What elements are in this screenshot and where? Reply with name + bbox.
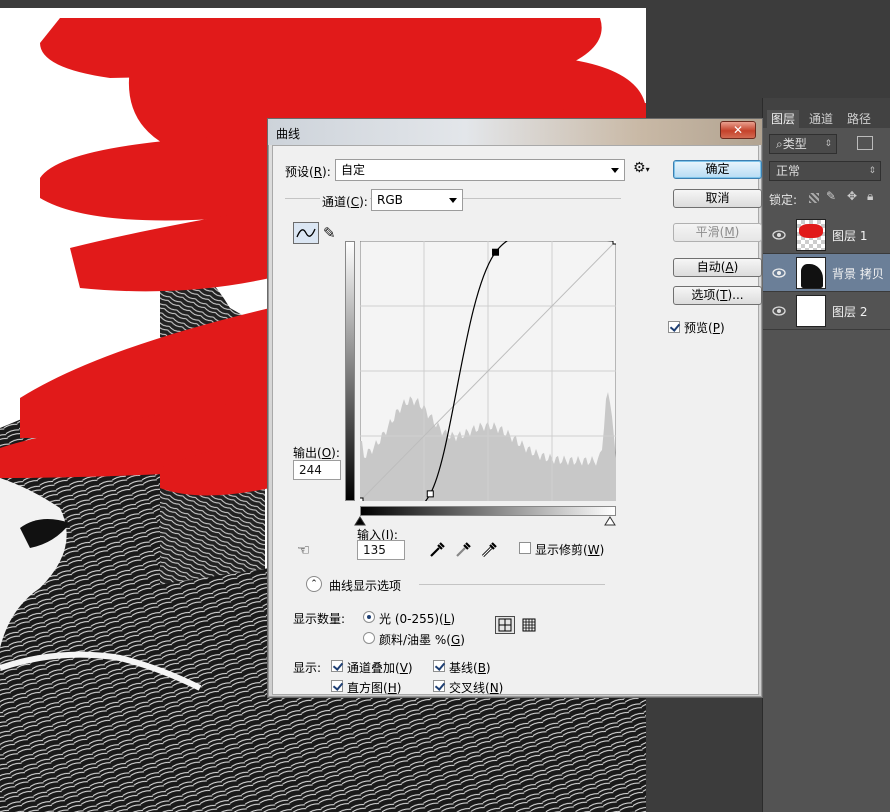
preset-dropdown[interactable]: 自定 <box>335 159 625 181</box>
lock-brush-icon[interactable]: ✎ <box>826 189 836 203</box>
preview-checkbox[interactable] <box>668 321 680 333</box>
options-divider <box>419 584 605 585</box>
preset-label: 预设(R): <box>285 165 331 179</box>
chevron-down-icon <box>611 168 619 173</box>
layer-thumbnail <box>796 219 826 251</box>
channel-label: 通道(C): <box>320 193 370 210</box>
target-adjust-hand-icon[interactable]: ☜ <box>297 541 310 559</box>
chevron-down-icon <box>449 198 457 203</box>
baseline-label: 基线(B) <box>449 661 491 675</box>
layer-thumbnail <box>796 257 826 289</box>
output-gradient-bar <box>345 241 355 501</box>
search-icon: ⌕ <box>776 137 783 151</box>
layers-panel-tabs: 图层 通道 路径 <box>763 98 890 128</box>
channel-overlays-checkbox[interactable] <box>331 660 343 672</box>
grid-4x4-icon <box>498 618 512 632</box>
layer-row-1[interactable]: 图层 1 <box>763 216 890 254</box>
pencil-icon[interactable]: ✎ <box>323 224 336 242</box>
preview-label: 预览(P) <box>684 321 725 335</box>
output-field[interactable]: 244 <box>293 460 341 480</box>
layer-name: 背景 拷贝 <box>832 267 884 281</box>
intersection-checkbox[interactable] <box>433 680 445 692</box>
curve-point <box>612 241 616 245</box>
curve-point <box>492 248 500 256</box>
blend-mode-select[interactable]: 正常 ⇕ <box>769 161 881 181</box>
cancel-button[interactable]: 取消 <box>673 189 762 208</box>
dialog-titlebar[interactable]: 曲线 ✕ <box>268 119 762 145</box>
options-section-title: 曲线显示选项 <box>329 579 402 593</box>
smooth-button[interactable]: 平滑(M) <box>673 223 762 242</box>
histogram-checkbox[interactable] <box>331 680 343 692</box>
close-icon: ✕ <box>732 123 744 137</box>
curves-dialog: 曲线 ✕ 预设(R): 自定 ⚙▾ 确定 取消 平滑(M) 自动(A) 选项(T… <box>267 118 763 698</box>
dialog-body: 预设(R): 自定 ⚙▾ 确定 取消 平滑(M) 自动(A) 选项(T)... … <box>272 145 762 695</box>
baseline-checkbox[interactable] <box>433 660 445 672</box>
up-down-icon: ⇕ <box>824 139 832 149</box>
collapse-options-button[interactable]: ⌃ <box>306 576 322 592</box>
lock-transparent-icon[interactable] <box>809 193 819 203</box>
white-eyedropper-icon[interactable] <box>481 540 497 558</box>
layer-filter-label: 类型 <box>782 137 807 151</box>
layer-name: 图层 1 <box>832 229 868 243</box>
lock-move-icon[interactable]: ✥ <box>847 189 857 203</box>
gear-icon[interactable]: ⚙▾ <box>633 160 650 176</box>
auto-button[interactable]: 自动(A) <box>673 258 762 277</box>
image-filter-icon[interactable] <box>857 136 873 150</box>
input-field[interactable]: 135 <box>357 540 405 560</box>
histogram-label: 直方图(H) <box>347 681 402 695</box>
layer-filter-select[interactable]: ⌕类型 ⇕ <box>769 134 837 154</box>
channel-dropdown[interactable]: RGB <box>371 189 463 211</box>
gray-eyedropper-icon[interactable] <box>455 540 471 558</box>
pigment-radio[interactable] <box>363 632 375 644</box>
curve-tool-icon <box>296 228 316 238</box>
eye-icon[interactable] <box>772 228 786 242</box>
channel-overlays-label: 通道叠加(V) <box>347 661 413 675</box>
curve-point-tool[interactable] <box>293 222 319 244</box>
options-button[interactable]: 选项(T)... <box>673 286 762 305</box>
black-point-slider[interactable] <box>354 516 366 526</box>
blend-mode-value: 正常 <box>776 164 801 178</box>
lock-all-icon[interactable]: 🔒︎ <box>867 189 873 204</box>
show-label: 显示: <box>293 661 322 675</box>
black-eyedropper-icon[interactable] <box>429 540 445 558</box>
pigment-label: 颜料/油墨 %(G) <box>379 633 465 647</box>
show-amount-label: 显示数量: <box>293 612 346 626</box>
detailed-grid-button[interactable] <box>521 617 537 633</box>
white-point-slider[interactable] <box>604 516 616 526</box>
show-clipping-label: 显示修剪(W) <box>535 543 605 557</box>
output-label: 输出(O): <box>293 446 340 460</box>
input-gradient-bar <box>360 506 616 516</box>
curve-graph[interactable] <box>360 241 616 501</box>
light-radio[interactable] <box>363 611 375 623</box>
eye-icon[interactable] <box>772 304 786 318</box>
channel-value: RGB <box>377 193 403 207</box>
light-label: 光 (0-255)(L) <box>379 612 456 626</box>
curve-point <box>426 490 434 498</box>
dialog-title: 曲线 <box>276 127 301 141</box>
lock-label: 锁定: <box>769 193 798 207</box>
tab-channels[interactable]: 通道 <box>805 110 837 128</box>
layer-name: 图层 2 <box>832 305 868 319</box>
chevron-up-icon: ⌃ <box>310 579 318 589</box>
ok-button[interactable]: 确定 <box>673 160 762 179</box>
layer-row-2[interactable]: 背景 拷贝 <box>763 254 890 292</box>
show-clipping-checkbox[interactable] <box>519 542 531 554</box>
layer-thumbnail <box>796 295 826 327</box>
tab-layers[interactable]: 图层 <box>767 110 800 128</box>
curve-point <box>360 497 364 501</box>
tab-paths[interactable]: 路径 <box>843 110 875 128</box>
close-button[interactable]: ✕ <box>720 121 756 139</box>
layer-row-3[interactable]: 图层 2 <box>763 292 890 330</box>
layers-panel: 图层 通道 路径 ⌕类型 ⇕ 正常 ⇕ 锁定: ✎ ✥ 🔒︎ 图层 1 背景 拷… <box>762 98 890 812</box>
up-down-icon: ⇕ <box>868 166 876 176</box>
simple-grid-button[interactable] <box>495 616 515 634</box>
intersection-label: 交叉线(N) <box>449 681 504 695</box>
preset-value: 自定 <box>341 163 366 177</box>
eye-icon[interactable] <box>772 266 786 280</box>
